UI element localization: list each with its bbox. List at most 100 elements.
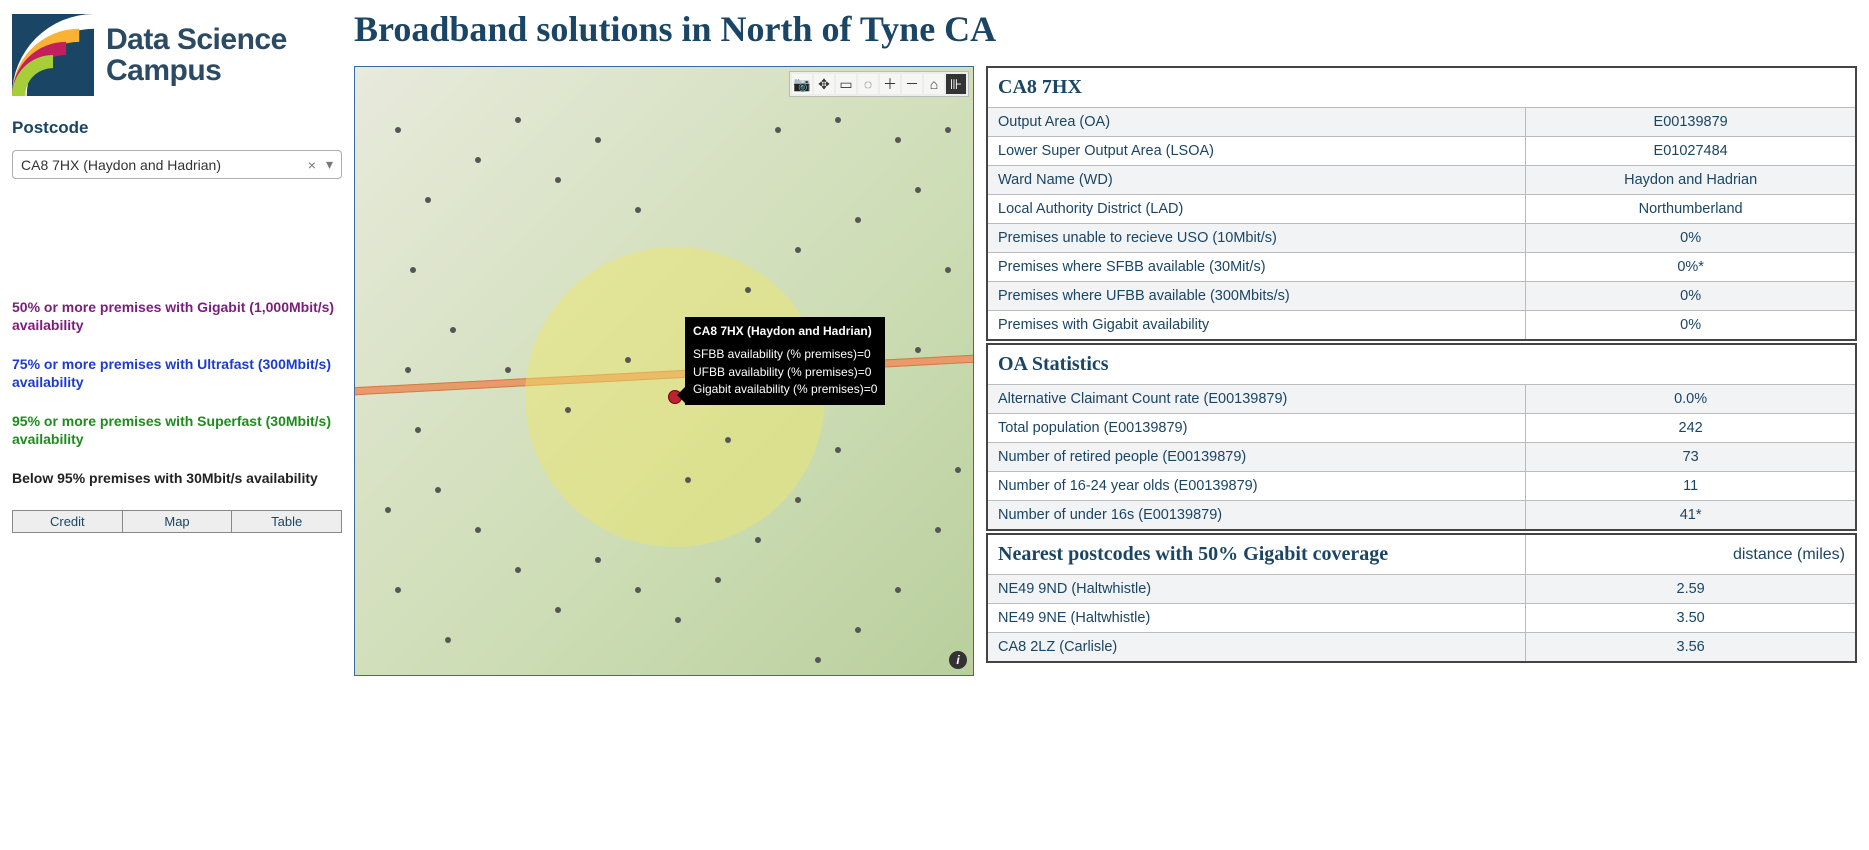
map-point[interactable] [955, 467, 961, 473]
row-value: Haydon and Hadrian [1526, 166, 1856, 195]
map-point[interactable] [745, 287, 751, 293]
nearest-header-distance: distance (miles) [1526, 534, 1856, 575]
row-value: 0% [1526, 224, 1856, 253]
map-point[interactable] [775, 127, 781, 133]
row-value: 11 [1526, 472, 1856, 501]
map-point[interactable] [410, 267, 416, 273]
map-point[interactable] [555, 177, 561, 183]
map-point[interactable] [855, 627, 861, 633]
map-point[interactable] [795, 497, 801, 503]
map-point[interactable] [385, 507, 391, 513]
camera-icon[interactable]: 📷 [792, 74, 812, 94]
postcode-select[interactable]: CA8 7HX (Haydon and Hadrian) × ▾ [12, 150, 342, 179]
row-label: Premises where SFBB available (30Mit/s) [987, 253, 1526, 282]
row-label: Local Authority District (LAD) [987, 195, 1526, 224]
map-point[interactable] [555, 607, 561, 613]
map-point[interactable] [450, 327, 456, 333]
zoom-in-icon[interactable]: ＋ [880, 74, 900, 94]
box-select-icon[interactable]: ▭ [836, 74, 856, 94]
map-point[interactable] [405, 367, 411, 373]
table-row: Premises where UFBB available (300Mbits/… [987, 282, 1856, 311]
map-point[interactable] [595, 137, 601, 143]
map-point[interactable] [855, 217, 861, 223]
map-point[interactable] [795, 247, 801, 253]
clear-icon[interactable]: × [308, 157, 316, 173]
map-point[interactable] [915, 187, 921, 193]
row-value: 0% [1526, 311, 1856, 341]
map-point[interactable] [415, 427, 421, 433]
map-tooltip: CA8 7HX (Haydon and Hadrian) SFBB availa… [685, 317, 885, 405]
map-point[interactable] [595, 557, 601, 563]
legend-gigabit: 50% or more premises with Gigabit (1,000… [12, 299, 342, 334]
table-row: Alternative Claimant Count rate (E001398… [987, 385, 1856, 414]
postcode-label: Postcode [12, 118, 342, 138]
map-point[interactable] [945, 267, 951, 273]
table-row: Number of retired people (E00139879)73 [987, 443, 1856, 472]
sidebar: Data Science Campus Postcode CA8 7HX (Ha… [12, 8, 342, 676]
map-point[interactable] [685, 477, 691, 483]
tab-credit[interactable]: Credit [12, 510, 123, 533]
map-point[interactable] [515, 567, 521, 573]
map-point[interactable] [835, 117, 841, 123]
main: Broadband solutions in North of Tyne CA … [354, 8, 1857, 676]
tab-map[interactable]: Map [123, 510, 233, 533]
table-row: Number of under 16s (E00139879)41* [987, 501, 1856, 531]
home-icon[interactable]: ⌂ [924, 74, 944, 94]
map-point[interactable] [435, 487, 441, 493]
map-point[interactable] [505, 367, 511, 373]
brand-logo: Data Science Campus [12, 14, 342, 96]
row-label: Number of under 16s (E00139879) [987, 501, 1526, 531]
table-row: Local Authority District (LAD)Northumber… [987, 195, 1856, 224]
map-point[interactable] [565, 407, 571, 413]
map-point[interactable] [635, 587, 641, 593]
map-point[interactable] [725, 437, 731, 443]
map-point[interactable] [935, 527, 941, 533]
row-value: E01027484 [1526, 137, 1856, 166]
chevron-down-icon[interactable]: ▾ [326, 156, 333, 173]
legend-superfast: 95% or more premises with Superfast (30M… [12, 413, 342, 448]
info-icon[interactable]: i [949, 651, 967, 669]
map-point[interactable] [755, 537, 761, 543]
brand-text: Data Science Campus [106, 24, 287, 87]
map-point[interactable] [945, 127, 951, 133]
map-point[interactable] [395, 127, 401, 133]
map-point[interactable] [675, 617, 681, 623]
tab-row: Credit Map Table [12, 510, 342, 533]
plotly-icon[interactable]: ⊪ [946, 74, 966, 94]
map-point[interactable] [515, 117, 521, 123]
map-point[interactable] [475, 527, 481, 533]
brand-line1: Data Science [106, 24, 287, 56]
map-point[interactable] [895, 137, 901, 143]
map-point[interactable] [815, 657, 821, 663]
map-point[interactable] [445, 637, 451, 643]
map-point[interactable] [395, 587, 401, 593]
table-row: Number of 16-24 year olds (E00139879)11 [987, 472, 1856, 501]
table-row: Total population (E00139879)242 [987, 414, 1856, 443]
lasso-icon[interactable]: ◌ [858, 74, 878, 94]
table-row: CA8 2LZ (Carlisle)3.56 [987, 633, 1856, 663]
row-value: 2.59 [1526, 575, 1856, 604]
row-value: 0.0% [1526, 385, 1856, 414]
map-point[interactable] [715, 577, 721, 583]
row-label: Number of retired people (E00139879) [987, 443, 1526, 472]
map-point[interactable] [915, 347, 921, 353]
map-point[interactable] [895, 587, 901, 593]
map[interactable]: CA8 7HX (Haydon and Hadrian) SFBB availa… [354, 66, 974, 676]
row-label: Lower Super Output Area (LSOA) [987, 137, 1526, 166]
map-point[interactable] [625, 357, 631, 363]
legend: 50% or more premises with Gigabit (1,000… [12, 299, 342, 488]
tab-table[interactable]: Table [232, 510, 342, 533]
zoom-out-icon[interactable]: － [902, 74, 922, 94]
table-row: Lower Super Output Area (LSOA)E01027484 [987, 137, 1856, 166]
map-point[interactable] [425, 197, 431, 203]
tooltip-line2: UFBB availability (% premises)=0 [693, 364, 877, 381]
row-value: 242 [1526, 414, 1856, 443]
postcode-table-header: CA8 7HX [987, 67, 1856, 108]
map-point[interactable] [635, 207, 641, 213]
pan-icon[interactable]: ✥ [814, 74, 834, 94]
map-point[interactable] [835, 447, 841, 453]
legend-ultrafast: 75% or more premises with Ultrafast (300… [12, 356, 342, 391]
map-point[interactable] [475, 157, 481, 163]
table-row: NE49 9ND (Haltwhistle)2.59 [987, 575, 1856, 604]
row-label: Premises where UFBB available (300Mbits/… [987, 282, 1526, 311]
